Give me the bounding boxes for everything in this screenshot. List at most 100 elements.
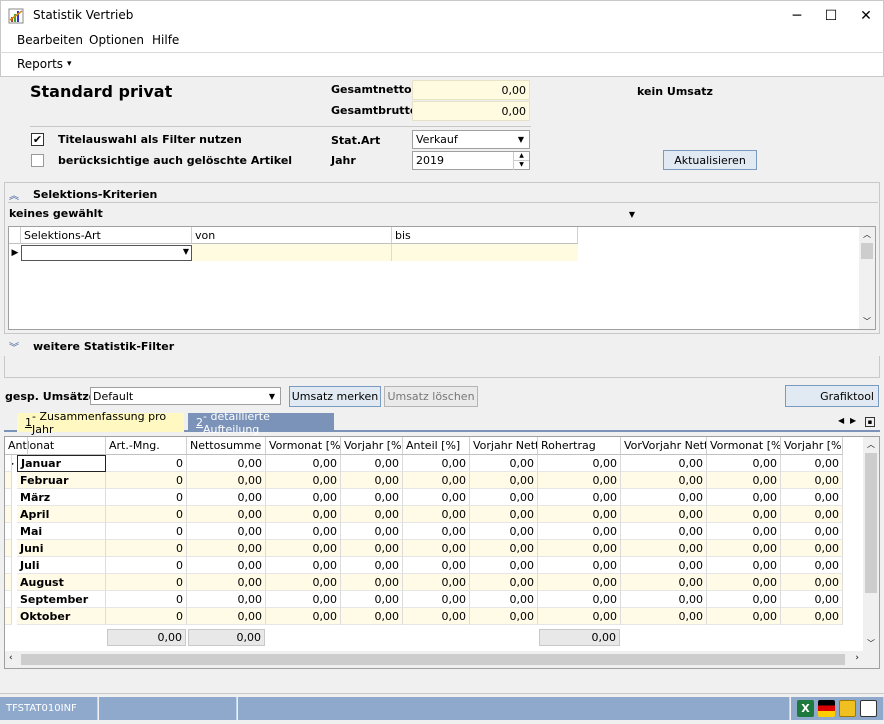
value-cell[interactable]: 0,00: [341, 557, 403, 574]
value-cell[interactable]: 0,00: [538, 574, 621, 591]
value-cell[interactable]: 0,00: [470, 608, 538, 625]
value-cell[interactable]: 0,00: [707, 489, 781, 506]
value-cell[interactable]: 0,00: [470, 591, 538, 608]
month-cell[interactable]: Juli: [17, 557, 106, 574]
spin-up-icon[interactable]: ▲: [513, 152, 529, 161]
value-cell[interactable]: 0,00: [470, 489, 538, 506]
spin-down-icon[interactable]: ▼: [513, 161, 529, 170]
value-cell[interactable]: 0,00: [341, 489, 403, 506]
column-header[interactable]: Anteil [%]: [403, 437, 470, 455]
value-cell[interactable]: 0,00: [470, 540, 538, 557]
value-cell[interactable]: 0,00: [266, 472, 341, 489]
month-cell[interactable]: August: [17, 574, 106, 591]
value-cell[interactable]: 0,00: [621, 506, 707, 523]
month-cell[interactable]: Juni: [17, 540, 106, 557]
column-header[interactable]: Selektions-Art: [21, 227, 192, 244]
expand-chevron-icon[interactable]: ︾: [9, 339, 19, 354]
month-cell[interactable]: Oktober: [17, 608, 106, 625]
value-cell[interactable]: 0,00: [403, 506, 470, 523]
value-cell[interactable]: [5, 540, 12, 557]
tab-scroll-right-icon[interactable]: ▶: [850, 416, 856, 425]
value-cell[interactable]: 0,00: [781, 472, 843, 489]
tab-zusammenfassung[interactable]: 1 - Zusammenfassung pro Jahr: [17, 410, 184, 436]
value-cell[interactable]: 0,00: [538, 591, 621, 608]
value-cell[interactable]: 0,00: [538, 540, 621, 557]
month-cell[interactable]: Februar: [17, 472, 106, 489]
column-header[interactable]: von: [192, 227, 392, 244]
value-cell[interactable]: 0,00: [341, 523, 403, 540]
reports-dropdown[interactable]: Reports ▾: [17, 57, 72, 71]
grafiktool-button[interactable]: Grafiktool: [785, 385, 879, 407]
value-cell[interactable]: 0: [106, 608, 187, 625]
titel-filter-checkbox[interactable]: ✔: [31, 133, 44, 146]
value-cell[interactable]: 0,00: [781, 608, 843, 625]
month-cell[interactable]: Januar: [17, 455, 106, 472]
gesp-umsaetze-select[interactable]: Default ▼: [90, 387, 281, 405]
value-cell[interactable]: 0,00: [341, 506, 403, 523]
value-cell[interactable]: 0,00: [187, 472, 266, 489]
value-cell[interactable]: 0,00: [266, 523, 341, 540]
value-cell[interactable]: 0,00: [707, 506, 781, 523]
value-cell[interactable]: 0,00: [707, 523, 781, 540]
value-cell[interactable]: 0,00: [781, 540, 843, 557]
column-header[interactable]: Vormonat [%]: [266, 437, 341, 455]
value-cell[interactable]: 0,00: [341, 472, 403, 489]
collapse-chevron-icon[interactable]: ︽: [9, 187, 19, 202]
value-cell[interactable]: 0: [106, 489, 187, 506]
bis-cell[interactable]: [392, 244, 578, 261]
value-cell[interactable]: 0,00: [470, 506, 538, 523]
value-cell[interactable]: 0: [106, 523, 187, 540]
value-cell[interactable]: 0,00: [341, 574, 403, 591]
value-cell[interactable]: 0,00: [470, 574, 538, 591]
value-cell[interactable]: 0,00: [266, 489, 341, 506]
value-cell[interactable]: 0,00: [187, 455, 266, 472]
value-cell[interactable]: 0,00: [781, 523, 843, 540]
value-cell[interactable]: [5, 608, 12, 625]
value-cell[interactable]: [5, 455, 12, 472]
horizontal-scrollbar[interactable]: ‹ ›: [5, 651, 879, 668]
column-header[interactable]: Monat: [17, 437, 106, 455]
value-cell[interactable]: 0,00: [403, 523, 470, 540]
value-cell[interactable]: 0,00: [781, 574, 843, 591]
value-cell[interactable]: 0,00: [538, 523, 621, 540]
value-cell[interactable]: 0,00: [341, 608, 403, 625]
value-cell[interactable]: 0,00: [266, 540, 341, 557]
tab-detailliert[interactable]: 2 - detaillierte Aufteilung: [188, 410, 334, 436]
value-cell[interactable]: 0,00: [470, 455, 538, 472]
column-header[interactable]: VorVorjahr Netto: [621, 437, 707, 455]
value-cell[interactable]: 0,00: [403, 472, 470, 489]
value-cell[interactable]: 0,00: [403, 557, 470, 574]
scroll-right-icon[interactable]: ›: [855, 653, 859, 663]
month-cell[interactable]: März: [17, 489, 106, 506]
minimize-button[interactable]: ─: [780, 1, 814, 31]
value-cell[interactable]: 0,00: [621, 472, 707, 489]
lock-icon[interactable]: [839, 700, 856, 717]
value-cell[interactable]: 0,00: [187, 608, 266, 625]
value-cell[interactable]: 0,00: [707, 608, 781, 625]
value-cell[interactable]: 0,00: [403, 608, 470, 625]
printer-icon[interactable]: [860, 700, 877, 717]
value-cell[interactable]: 0,00: [403, 540, 470, 557]
value-cell[interactable]: 0,00: [187, 557, 266, 574]
value-cell[interactable]: 0,00: [470, 557, 538, 574]
scroll-up-icon[interactable]: ︿: [863, 229, 871, 240]
umsatz-loeschen-button[interactable]: Umsatz löschen: [384, 386, 478, 407]
value-cell[interactable]: 0,00: [538, 472, 621, 489]
maximize-button[interactable]: ☐: [814, 1, 848, 31]
value-cell[interactable]: 0: [106, 506, 187, 523]
month-cell[interactable]: April: [17, 506, 106, 523]
aktualisieren-button[interactable]: Aktualisieren: [663, 150, 757, 170]
value-cell[interactable]: 0,00: [341, 455, 403, 472]
scroll-thumb[interactable]: [861, 243, 873, 259]
value-cell[interactable]: 0,00: [266, 557, 341, 574]
selektion-art-select[interactable]: ▼: [21, 245, 192, 261]
column-header[interactable]: Vormonat [%]: [707, 437, 781, 455]
scroll-down-icon[interactable]: ﹀: [863, 316, 871, 327]
scroll-left-icon[interactable]: ‹: [9, 653, 13, 663]
value-cell[interactable]: 0: [106, 472, 187, 489]
scroll-up-icon[interactable]: ︿: [867, 439, 875, 450]
column-header[interactable]: Vorjahr [%]: [781, 437, 843, 455]
value-cell[interactable]: 0: [106, 557, 187, 574]
value-cell[interactable]: 0,00: [470, 523, 538, 540]
tab-close-icon[interactable]: ▪: [865, 417, 875, 427]
